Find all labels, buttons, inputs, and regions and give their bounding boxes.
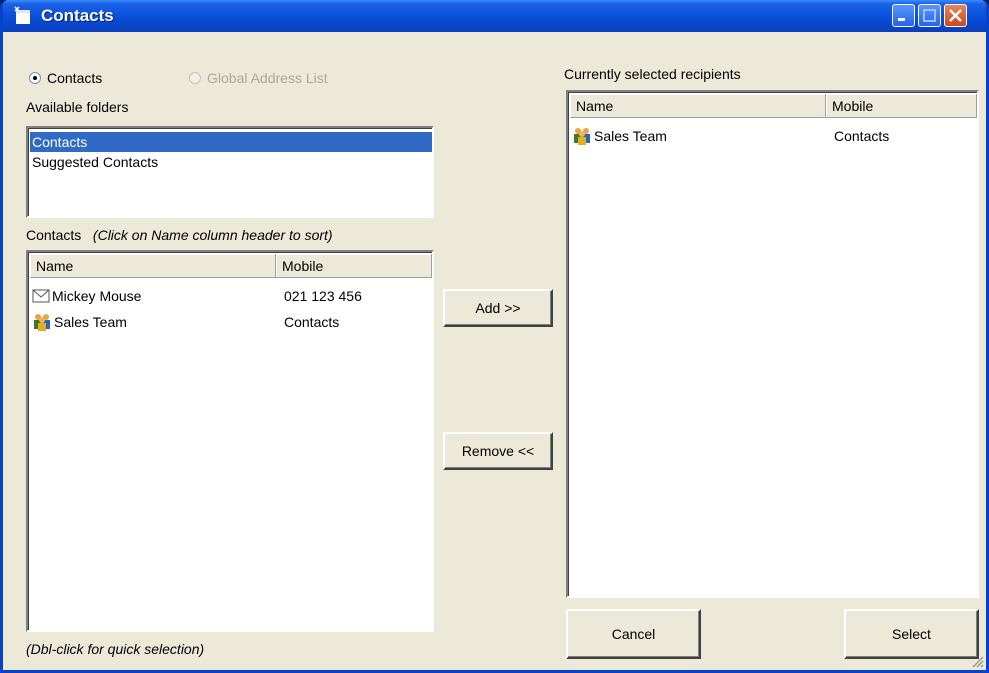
sort-hint: (Click on Name column header to sort) — [92, 227, 333, 243]
radio-contacts-label: Contacts — [47, 70, 103, 86]
radio-button — [189, 72, 201, 84]
recipient-mobile: Contacts — [834, 128, 890, 144]
contacts-list-heading: Contacts (Click on Name column header to… — [26, 227, 333, 243]
window-title: Contacts — [41, 6, 114, 25]
column-header-mobile[interactable]: Mobile — [276, 254, 432, 278]
contacts-list[interactable]: Name Mobile Mickey Mouse 021 123 456 Sal… — [26, 250, 434, 632]
resize-grip-icon[interactable] — [970, 654, 984, 668]
radio-gal-label: Global Address List — [207, 70, 328, 86]
app-icon — [14, 6, 30, 24]
envelope-icon — [32, 289, 50, 303]
recipient-name-cell: Sales Team — [572, 124, 834, 148]
close-icon — [949, 9, 962, 22]
column-header-name[interactable]: Name — [570, 94, 826, 118]
recipient-name: Sales Team — [594, 128, 667, 144]
contacts-label: Contacts — [26, 227, 82, 243]
recipients-list[interactable]: Name Mobile Sales Team Contacts — [566, 90, 979, 598]
column-header-mobile[interactable]: Mobile — [826, 94, 977, 118]
contact-name: Mickey Mouse — [52, 288, 142, 304]
radio-global-address-list: Global Address List — [189, 70, 328, 86]
contact-name-cell: Sales Team — [32, 310, 284, 334]
folder-item-contacts[interactable]: Contacts — [30, 132, 432, 152]
minimize-button[interactable] — [892, 4, 915, 27]
close-button[interactable] — [944, 4, 967, 27]
column-header-name[interactable]: Name — [30, 254, 276, 278]
table-row[interactable]: Mickey Mouse 021 123 456 — [32, 284, 432, 308]
maximize-icon — [923, 9, 936, 22]
minimize-icon — [898, 18, 905, 21]
cancel-button[interactable]: Cancel — [566, 609, 701, 659]
quick-selection-hint: (Dbl-click for quick selection) — [26, 641, 205, 657]
remove-button[interactable]: Remove << — [443, 432, 553, 470]
maximize-button[interactable] — [918, 4, 941, 27]
folder-item-suggested-contacts[interactable]: Suggested Contacts — [30, 152, 432, 172]
table-row[interactable]: Sales Team Contacts — [572, 124, 977, 148]
add-button[interactable]: Add >> — [443, 289, 553, 327]
folders-list[interactable]: Contacts Suggested Contacts — [26, 126, 434, 218]
radio-contacts[interactable]: Contacts — [29, 70, 102, 86]
group-icon — [574, 128, 590, 145]
contact-mobile: 021 123 456 — [284, 288, 362, 304]
title-bar[interactable]: Contacts — [3, 0, 986, 32]
select-button[interactable]: Select — [844, 609, 979, 659]
available-folders-label: Available folders — [26, 99, 129, 115]
selected-recipients-label: Currently selected recipients — [564, 66, 741, 82]
radio-button[interactable] — [29, 72, 41, 84]
contacts-window: Contacts Contacts Global Address List Av… — [0, 0, 989, 673]
group-icon — [34, 314, 50, 331]
contact-mobile: Contacts — [284, 314, 340, 330]
contact-name-cell: Mickey Mouse — [32, 284, 284, 308]
contact-name: Sales Team — [54, 314, 127, 330]
table-row[interactable]: Sales Team Contacts — [32, 310, 432, 334]
